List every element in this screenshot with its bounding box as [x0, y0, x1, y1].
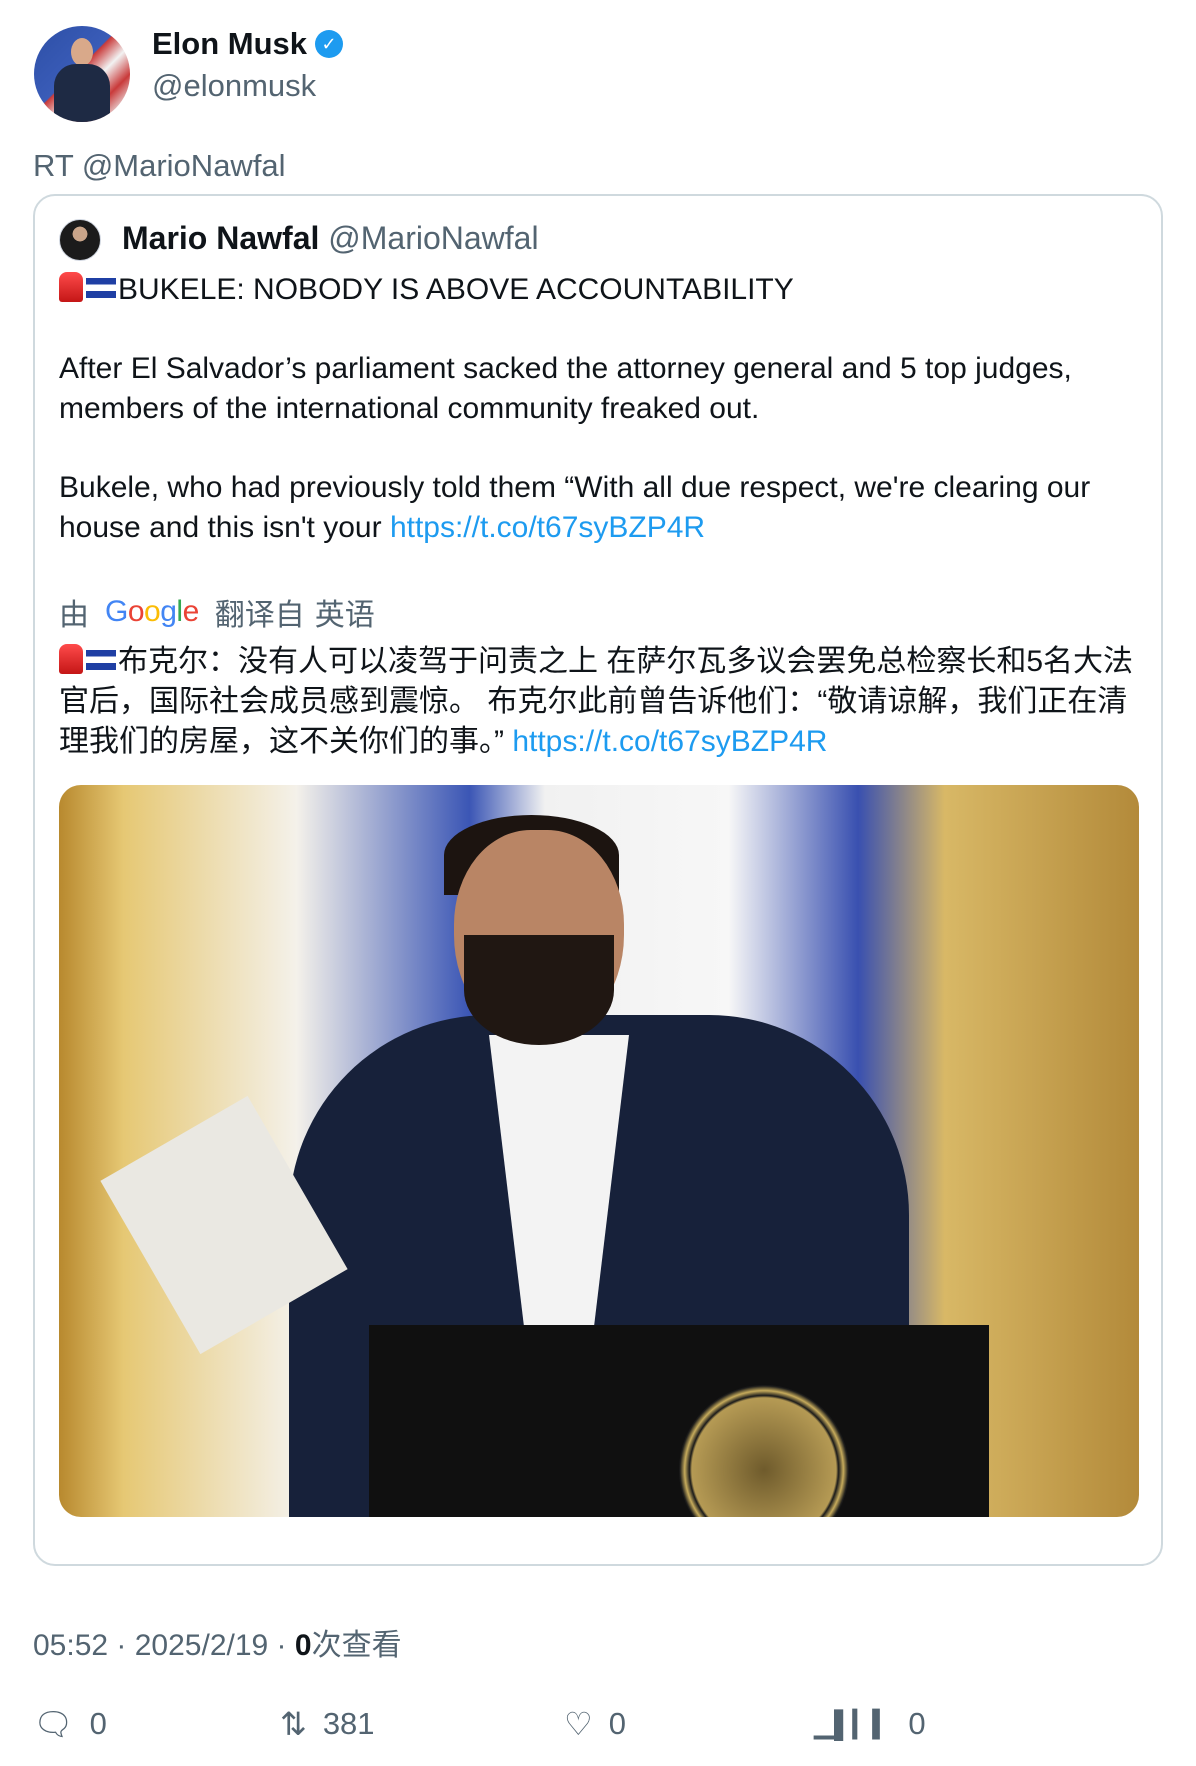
- source-language: 英语: [314, 599, 375, 632]
- retweet-button[interactable]: ⇅ 381: [280, 1706, 375, 1742]
- views-count: 0: [294, 1629, 312, 1662]
- quoted-paragraph-1: After El Salvador’s parliament sacked th…: [59, 352, 1072, 425]
- el-salvador-flag-icon: [86, 650, 116, 670]
- views-label: 次查看: [311, 1629, 402, 1662]
- like-count: 0: [608, 1706, 626, 1741]
- verified-badge-icon: ✓: [315, 30, 344, 58]
- like-button[interactable]: ♡ 0: [564, 1706, 626, 1742]
- tweet-meta: 05:52 · 2025/2/19 · 0次查看: [33, 1620, 402, 1664]
- retweet-label: RT @MarioNawfal: [33, 148, 286, 183]
- el-salvador-flag-icon: [86, 278, 116, 298]
- quoted-author-handle[interactable]: @MarioNawfal: [328, 220, 538, 256]
- google-logo: Google: [105, 595, 199, 628]
- quoted-paragraph-2: Bukele, who had previously told them “Wi…: [59, 468, 1149, 548]
- views-icon: ▁▌▎▍: [814, 1709, 893, 1739]
- author-name[interactable]: Elon Musk: [152, 26, 307, 62]
- reply-button[interactable]: 🗨︎ 0: [33, 1706, 107, 1742]
- tweet-photo[interactable]: [59, 785, 1139, 1517]
- translated-tweet-link[interactable]: https://t.co/t67syBZP4R: [512, 725, 827, 758]
- views-action-count: 0: [908, 1706, 926, 1741]
- author-name-row: Elon Musk ✓: [152, 26, 344, 62]
- translated-by-label: 由: [59, 599, 89, 632]
- translated-from-label: 翻译自: [214, 599, 305, 632]
- translated-text: 布克尔：没有人可以凌驾于问责之上 在萨尔瓦多议会罢免总检察长和5名大法官后，国际…: [59, 642, 1149, 762]
- siren-emoji-icon: [59, 644, 83, 674]
- views-button[interactable]: ▁▌▎▍ 0: [814, 1706, 926, 1742]
- like-icon: ♡: [564, 1706, 593, 1742]
- reply-count: 0: [89, 1706, 107, 1741]
- siren-emoji-icon: [59, 272, 83, 302]
- tweet-date[interactable]: 2025/2/19: [135, 1629, 268, 1662]
- translation-attribution: 由 Google 翻译自 英语: [59, 590, 375, 634]
- quoted-headline: BUKELE: NOBODY IS ABOVE ACCOUNTABILITY: [59, 270, 1149, 310]
- headline-text: BUKELE: NOBODY IS ABOVE ACCOUNTABILITY: [118, 273, 794, 306]
- retweet-icon: ⇅: [280, 1706, 307, 1742]
- author-handle[interactable]: @elonmusk: [152, 68, 316, 104]
- reply-icon: 🗨︎: [33, 1706, 74, 1742]
- tweet-link[interactable]: https://t.co/t67syBZP4R: [390, 511, 705, 544]
- author-avatar[interactable]: [34, 26, 130, 122]
- quoted-author-name[interactable]: Mario Nawfal: [122, 220, 319, 256]
- quoted-author-row: Mario Nawfal @MarioNawfal: [122, 220, 539, 257]
- separator: ·: [268, 1629, 295, 1662]
- separator: ·: [108, 1629, 135, 1662]
- retweet-count: 381: [322, 1706, 375, 1741]
- tweet-time[interactable]: 05:52: [33, 1629, 108, 1662]
- quoted-author-avatar[interactable]: [59, 219, 101, 261]
